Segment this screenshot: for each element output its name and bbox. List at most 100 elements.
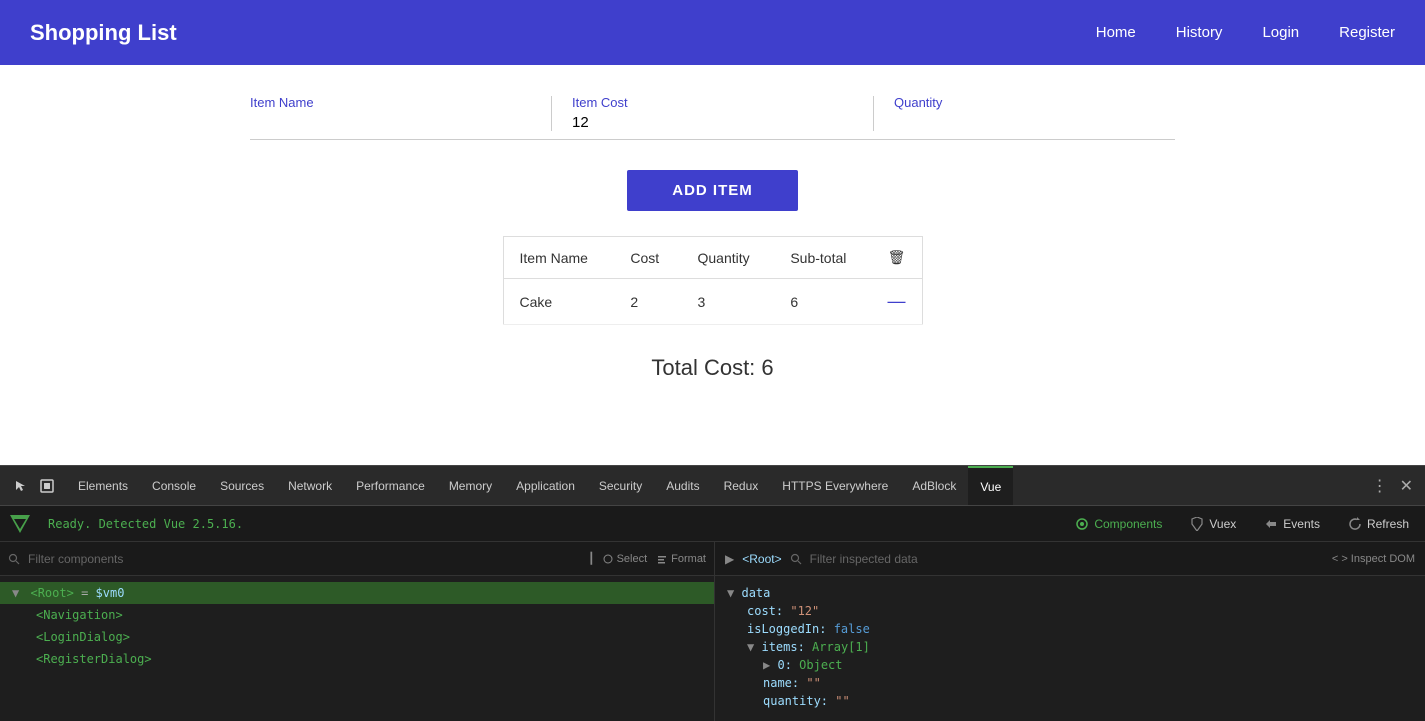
format-btn[interactable]: Format <box>657 553 706 565</box>
components-btn[interactable]: Components <box>1069 514 1168 534</box>
right-root-label: <Root> <box>742 552 781 566</box>
filter-components-input[interactable] <box>28 552 576 566</box>
events-icon <box>1264 517 1278 531</box>
tab-sources[interactable]: Sources <box>208 466 276 505</box>
tree-root-tag: <Root> <box>30 586 73 600</box>
field-divider-1 <box>551 96 552 131</box>
tree-root[interactable]: ▼ <Root> = $vm0 <box>0 582 714 604</box>
devtools-right-panel: ▶ <Root> < > Inspect DOM ▼ data cost: "1… <box>715 542 1425 721</box>
row-delete-cell: — <box>872 279 923 325</box>
item-cost-input[interactable] <box>572 114 853 131</box>
data-quantity-row: quantity: "" <box>727 692 1413 710</box>
tree-root-val: $vm0 <box>96 586 125 600</box>
table-row: Cake 2 3 6 — <box>503 279 922 325</box>
items-table: Item Name Cost Quantity Sub-total 🗑 Cake… <box>503 236 923 325</box>
components-icon <box>1075 517 1089 531</box>
tab-application[interactable]: Application <box>504 466 587 505</box>
right-arrow-icon: ▶ <box>725 552 734 566</box>
devtools-cursor-icon[interactable] <box>8 479 34 493</box>
vuex-btn[interactable]: Vuex <box>1184 514 1242 534</box>
devtools-inspect-icon[interactable] <box>34 479 60 493</box>
add-btn-row: ADD ITEM <box>250 170 1175 211</box>
tab-redux[interactable]: Redux <box>712 466 771 505</box>
col-header-cost: Cost <box>614 237 681 279</box>
cursor-text-icon: ┃ <box>588 552 595 565</box>
select-icon <box>603 554 613 564</box>
tab-console[interactable]: Console <box>140 466 208 505</box>
nav-login[interactable]: Login <box>1262 24 1299 41</box>
quantity-label: Quantity <box>894 95 1175 110</box>
total-cost: Total Cost: 6 <box>250 355 1175 381</box>
item-name-label: Item Name <box>250 95 531 110</box>
devtools-left-panel: ┃ Select Format <box>0 542 715 721</box>
data-section-label: ▼ data <box>727 584 1413 602</box>
trash-icon: 🗑 <box>888 249 906 265</box>
item-name-input[interactable] <box>250 114 531 131</box>
tree-login-dialog-tag: <LoginDialog> <box>36 630 130 644</box>
tree-register-dialog-tag: <RegisterDialog> <box>36 652 152 666</box>
item-cost-label: Item Cost <box>572 95 853 110</box>
search-icon <box>8 553 20 565</box>
tab-network[interactable]: Network <box>276 466 344 505</box>
ready-text: Ready. Detected Vue 2.5.16. <box>48 517 243 531</box>
devtools-tab-end: ⋮ ✕ <box>1368 476 1417 496</box>
tab-https-everywhere[interactable]: HTTPS Everywhere <box>770 466 900 505</box>
refresh-label: Refresh <box>1367 517 1409 531</box>
tab-elements[interactable]: Elements <box>66 466 140 505</box>
row-quantity: 3 <box>681 279 774 325</box>
component-search-row: ┃ Select Format <box>0 542 714 576</box>
data-panel: ▼ data cost: "12" isLoggedIn: false ▼ it… <box>715 576 1425 718</box>
devtools-close-btn[interactable]: ✕ <box>1396 476 1417 496</box>
right-search-icon <box>790 553 802 565</box>
delete-button[interactable]: — <box>888 291 906 311</box>
data-items-row: ▼ items: Array[1] <box>727 638 1413 656</box>
tree-register-dialog[interactable]: <RegisterDialog> <box>0 648 714 670</box>
tree-navigation[interactable]: <Navigation> <box>0 604 714 626</box>
col-header-delete: 🗑 <box>872 237 923 279</box>
tab-audits[interactable]: Audits <box>654 466 711 505</box>
component-tree: ▼ <Root> = $vm0 <Navigation> <LoginDialo… <box>0 576 714 676</box>
nav-home[interactable]: Home <box>1096 24 1136 41</box>
select-btn[interactable]: Select <box>603 553 648 565</box>
format-icon <box>657 554 667 564</box>
data-isLoggedIn-row: isLoggedIn: false <box>727 620 1413 638</box>
data-cost-row: cost: "12" <box>727 602 1413 620</box>
row-subtotal: 6 <box>774 279 871 325</box>
events-label: Events <box>1283 517 1320 531</box>
refresh-icon <box>1348 517 1362 531</box>
nav-history[interactable]: History <box>1176 24 1223 41</box>
row-cost: 2 <box>614 279 681 325</box>
filter-data-input[interactable] <box>810 552 1324 566</box>
nav-register[interactable]: Register <box>1339 24 1395 41</box>
main-content: Item Name Item Cost Quantity ADD ITEM It… <box>0 65 1425 465</box>
quantity-input[interactable] <box>894 114 1175 131</box>
tree-navigation-tag: <Navigation> <box>36 608 123 622</box>
tab-vue[interactable]: Vue <box>968 466 1013 505</box>
vue-toolbar: Ready. Detected Vue 2.5.16. Components V… <box>0 506 1425 542</box>
tree-login-dialog[interactable]: <LoginDialog> <box>0 626 714 648</box>
cursor-svg-icon <box>14 479 28 493</box>
tree-root-eq: = <box>81 586 95 600</box>
table-header-row: Item Name Cost Quantity Sub-total 🗑 <box>503 237 922 279</box>
tree-arrow: ▼ <box>12 586 19 600</box>
refresh-btn[interactable]: Refresh <box>1342 514 1415 534</box>
devtools-panel: Elements Console Sources Network Perform… <box>0 465 1425 721</box>
item-name-field: Item Name <box>250 95 531 131</box>
col-header-name: Item Name <box>503 237 614 279</box>
tab-memory[interactable]: Memory <box>437 466 504 505</box>
tab-adblock[interactable]: AdBlock <box>900 466 968 505</box>
tab-performance[interactable]: Performance <box>344 466 437 505</box>
row-name: Cake <box>503 279 614 325</box>
inspect-dom-link[interactable]: < > Inspect DOM <box>1332 553 1415 565</box>
tab-security[interactable]: Security <box>587 466 654 505</box>
form-row: Item Name Item Cost Quantity <box>250 95 1175 140</box>
inspect-svg-icon <box>40 479 54 493</box>
data-item-0-row: ▶ 0: Object <box>727 656 1413 674</box>
field-divider-2 <box>873 96 874 131</box>
devtools-tabs: Elements Console Sources Network Perform… <box>0 466 1425 506</box>
devtools-menu-btn[interactable]: ⋮ <box>1368 476 1392 496</box>
events-btn[interactable]: Events <box>1258 514 1326 534</box>
add-item-button[interactable]: ADD ITEM <box>627 170 798 211</box>
col-header-quantity: Quantity <box>681 237 774 279</box>
data-search-row: ▶ <Root> < > Inspect DOM <box>715 542 1425 576</box>
